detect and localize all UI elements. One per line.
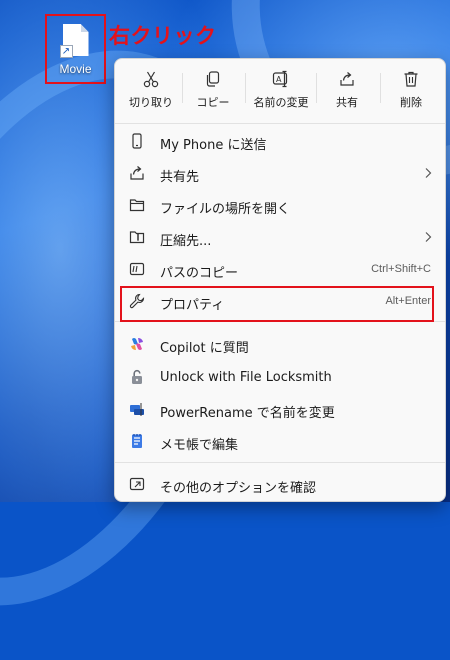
context-menu: 切り取り コピー A 名前の変更 共有 削除 My Phone に送信 共有先 … bbox=[114, 58, 446, 502]
menu-item-label: My Phone に送信 bbox=[160, 138, 267, 153]
menu-item-share-with[interactable]: 共有先 bbox=[119, 158, 441, 188]
shortcut-hint: Ctrl+Shift+C bbox=[371, 263, 431, 275]
copy-button[interactable]: コピー bbox=[185, 67, 241, 115]
chevron-right-icon bbox=[425, 232, 432, 242]
toolbar-divider bbox=[182, 73, 183, 103]
delete-label: 削除 bbox=[400, 96, 422, 109]
menu-item-send-to-my-phone[interactable]: My Phone に送信 bbox=[119, 126, 441, 156]
chevron-right-icon bbox=[425, 168, 432, 178]
toolbar-divider bbox=[380, 73, 381, 103]
toolbar-divider bbox=[316, 73, 317, 103]
menu-item-label: Copilot に質問 bbox=[160, 341, 249, 356]
folder-icon bbox=[129, 199, 145, 212]
copilot-icon bbox=[131, 338, 143, 350]
menu-separator bbox=[115, 462, 445, 463]
share-icon bbox=[130, 166, 144, 180]
context-menu-toolbar: 切り取り コピー A 名前の変更 共有 削除 bbox=[115, 59, 445, 119]
menu-item-label: ファイルの場所を開く bbox=[160, 202, 291, 217]
toolbar-divider bbox=[245, 73, 246, 103]
rename-icon: A bbox=[272, 70, 288, 88]
menu-item-label: 圧縮先... bbox=[160, 234, 212, 249]
menu-item-file-locksmith[interactable]: Unlock with File Locksmith bbox=[119, 362, 441, 392]
trash-icon bbox=[404, 71, 418, 87]
copy-icon bbox=[206, 71, 220, 87]
menu-item-label: Unlock with File Locksmith bbox=[160, 370, 332, 385]
menu-item-show-more-options[interactable]: その他のオプションを確認 bbox=[119, 469, 441, 499]
cut-label: 切り取り bbox=[129, 96, 173, 109]
menu-separator bbox=[115, 123, 445, 124]
more-options-icon bbox=[129, 477, 145, 491]
menu-item-label: 共有先 bbox=[160, 170, 200, 185]
menu-item-label: PowerRename で名前を変更 bbox=[160, 406, 335, 421]
menu-item-label: その他のオプションを確認 bbox=[160, 481, 317, 496]
share-icon bbox=[340, 72, 354, 86]
annotation-highlight-box bbox=[120, 286, 434, 322]
notepad-icon bbox=[132, 434, 142, 448]
menu-item-compress-to[interactable]: 圧縮先... bbox=[119, 222, 441, 252]
annotation-callout: 右クリック bbox=[109, 24, 217, 48]
menu-item-power-rename[interactable]: PowerRename で名前を変更 bbox=[119, 394, 441, 424]
phone-icon bbox=[132, 133, 142, 149]
share-button[interactable]: 共有 bbox=[319, 67, 375, 115]
scissors-icon bbox=[143, 71, 159, 88]
desktop-icon-movie[interactable]: ↗ Movie bbox=[45, 14, 106, 84]
delete-button[interactable]: 削除 bbox=[383, 67, 439, 115]
share-label: 共有 bbox=[336, 96, 358, 109]
copy-path-icon bbox=[129, 262, 145, 276]
lock-icon bbox=[132, 369, 142, 384]
menu-item-copy-path[interactable]: パスのコピー Ctrl+Shift+C bbox=[119, 254, 441, 284]
file-shortcut-icon: ↗ bbox=[59, 16, 89, 58]
rename-button[interactable]: A 名前の変更 bbox=[249, 67, 313, 115]
menu-item-edit-in-notepad[interactable]: メモ帳で編集 bbox=[119, 426, 441, 456]
zip-folder-icon bbox=[129, 231, 145, 244]
copy-label: コピー bbox=[196, 96, 230, 109]
menu-item-open-file-location[interactable]: ファイルの場所を開く bbox=[119, 190, 441, 220]
rename-label: 名前の変更 bbox=[253, 96, 309, 109]
power-rename-icon bbox=[130, 403, 144, 416]
desktop-icon-label: Movie bbox=[59, 62, 92, 76]
cut-button[interactable]: 切り取り bbox=[121, 67, 181, 115]
svg-text:A: A bbox=[276, 75, 282, 84]
shortcut-arrow-icon: ↗ bbox=[59, 45, 73, 58]
menu-item-ask-copilot[interactable]: Copilot に質問 bbox=[119, 329, 441, 359]
menu-item-label: メモ帳で編集 bbox=[160, 438, 239, 453]
menu-item-label: パスのコピー bbox=[160, 266, 239, 281]
